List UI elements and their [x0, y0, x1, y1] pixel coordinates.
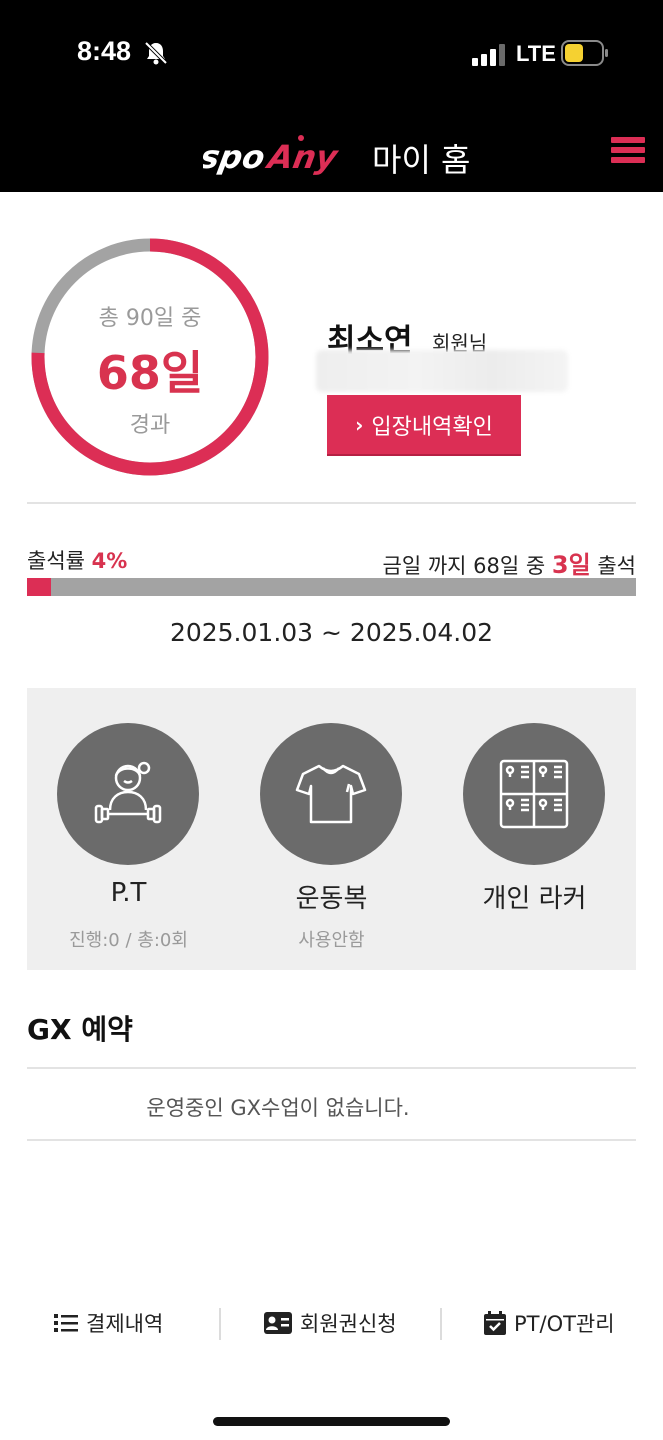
- service-pt-circle: [57, 723, 199, 865]
- gx-section-title: GX 예약: [27, 1013, 133, 1046]
- service-pt-title: P.T: [110, 878, 147, 908]
- bell-muted-icon: [144, 41, 168, 65]
- nav-payment-history[interactable]: 결제내역: [54, 1308, 163, 1338]
- divider: [27, 1139, 636, 1141]
- id-card-icon: [264, 1312, 292, 1334]
- service-pt-subtitle: 진행:0 / 총:0회: [69, 930, 188, 951]
- chevron-right-icon: ›: [355, 412, 364, 437]
- service-pt[interactable]: P.T 진행:0 / 총:0회: [27, 688, 230, 970]
- blurred-member-info: [316, 350, 568, 392]
- svg-text:spo: spo: [203, 138, 268, 176]
- attendance-rate-value: 4%: [91, 549, 128, 573]
- service-locker[interactable]: 개인 라커: [433, 688, 636, 970]
- bottom-nav: 결제내역 회원권신청 PT/OT관리: [0, 1300, 663, 1350]
- nav-separator: [440, 1308, 442, 1340]
- nav-membership-apply[interactable]: 회원권신청: [264, 1308, 397, 1338]
- calendar-check-icon: [484, 1311, 506, 1335]
- nav-pt-ot-management[interactable]: PT/OT관리: [484, 1308, 615, 1338]
- tshirt-icon: [295, 764, 367, 824]
- hamburger-menu-button[interactable]: [611, 137, 645, 173]
- attendance-progress-fill: [27, 578, 52, 596]
- membership-ring-text: 총 90일 중 68일 경과: [30, 237, 270, 477]
- trainer-icon: [94, 761, 162, 824]
- attendance-summary-prefix: 금일 까지 68일 중: [382, 554, 546, 578]
- locker-icon: [499, 759, 569, 829]
- app-header: spo Any 마이 홈: [0, 110, 663, 192]
- services-panel: P.T 진행:0 / 총:0회 운동복 사용안함 개인 라커: [27, 688, 636, 970]
- service-sportswear-title: 운동복: [295, 884, 368, 914]
- attendance-summary-count: 3일: [551, 551, 591, 579]
- attendance-summary: 금일 까지 68일 중 3일 출석: [383, 545, 636, 580]
- attendance-summary-suffix: 출석: [597, 554, 636, 578]
- menu-bar-icon: [611, 137, 645, 143]
- divider: [27, 502, 636, 504]
- attendance-progress-bar: [27, 578, 636, 596]
- entry-history-button[interactable]: › 입장내역확인: [327, 395, 521, 456]
- status-bar: 8:48 LTE: [0, 0, 663, 110]
- nav-membership-apply-label: 회원권신청: [300, 1312, 397, 1336]
- membership-date-range: 2025.01.03 ~ 2025.04.02: [169, 618, 494, 647]
- service-locker-circle: [463, 723, 605, 865]
- attendance-rate: 출석률 4%: [27, 545, 127, 575]
- home-indicator: [213, 1417, 450, 1426]
- nav-pt-ot-management-label: PT/OT관리: [514, 1312, 615, 1336]
- ring-total-label: 총 90일 중: [98, 306, 202, 331]
- service-locker-title: 개인 라커: [482, 884, 587, 914]
- attendance-rate-label: 출석률: [27, 549, 85, 573]
- divider: [27, 1067, 636, 1069]
- ring-elapsed-days: 68일: [96, 346, 204, 400]
- battery-icon: [561, 40, 608, 66]
- entry-history-label: 입장내역확인: [371, 414, 493, 440]
- nav-separator: [219, 1308, 221, 1340]
- ring-elapsed-label: 경과: [129, 413, 171, 438]
- nav-payment-history-label: 결제내역: [86, 1312, 164, 1336]
- menu-bar-icon: [611, 157, 645, 163]
- list-icon: [54, 1314, 78, 1332]
- page-title: 마이 홈: [372, 141, 471, 179]
- service-sportswear-circle: [260, 723, 402, 865]
- network-label: LTE: [516, 41, 556, 66]
- gx-empty-message: 운영중인 GX수업이 없습니다.: [146, 1096, 410, 1120]
- svg-text:Any: Any: [262, 138, 342, 176]
- signal-icon: [472, 44, 505, 66]
- status-time: 8:48: [77, 36, 132, 66]
- brand-logo[interactable]: spo Any: [203, 132, 363, 176]
- menu-bar-icon: [611, 147, 645, 153]
- service-sportswear[interactable]: 운동복 사용안함: [230, 688, 433, 970]
- service-sportswear-subtitle: 사용안함: [298, 930, 365, 951]
